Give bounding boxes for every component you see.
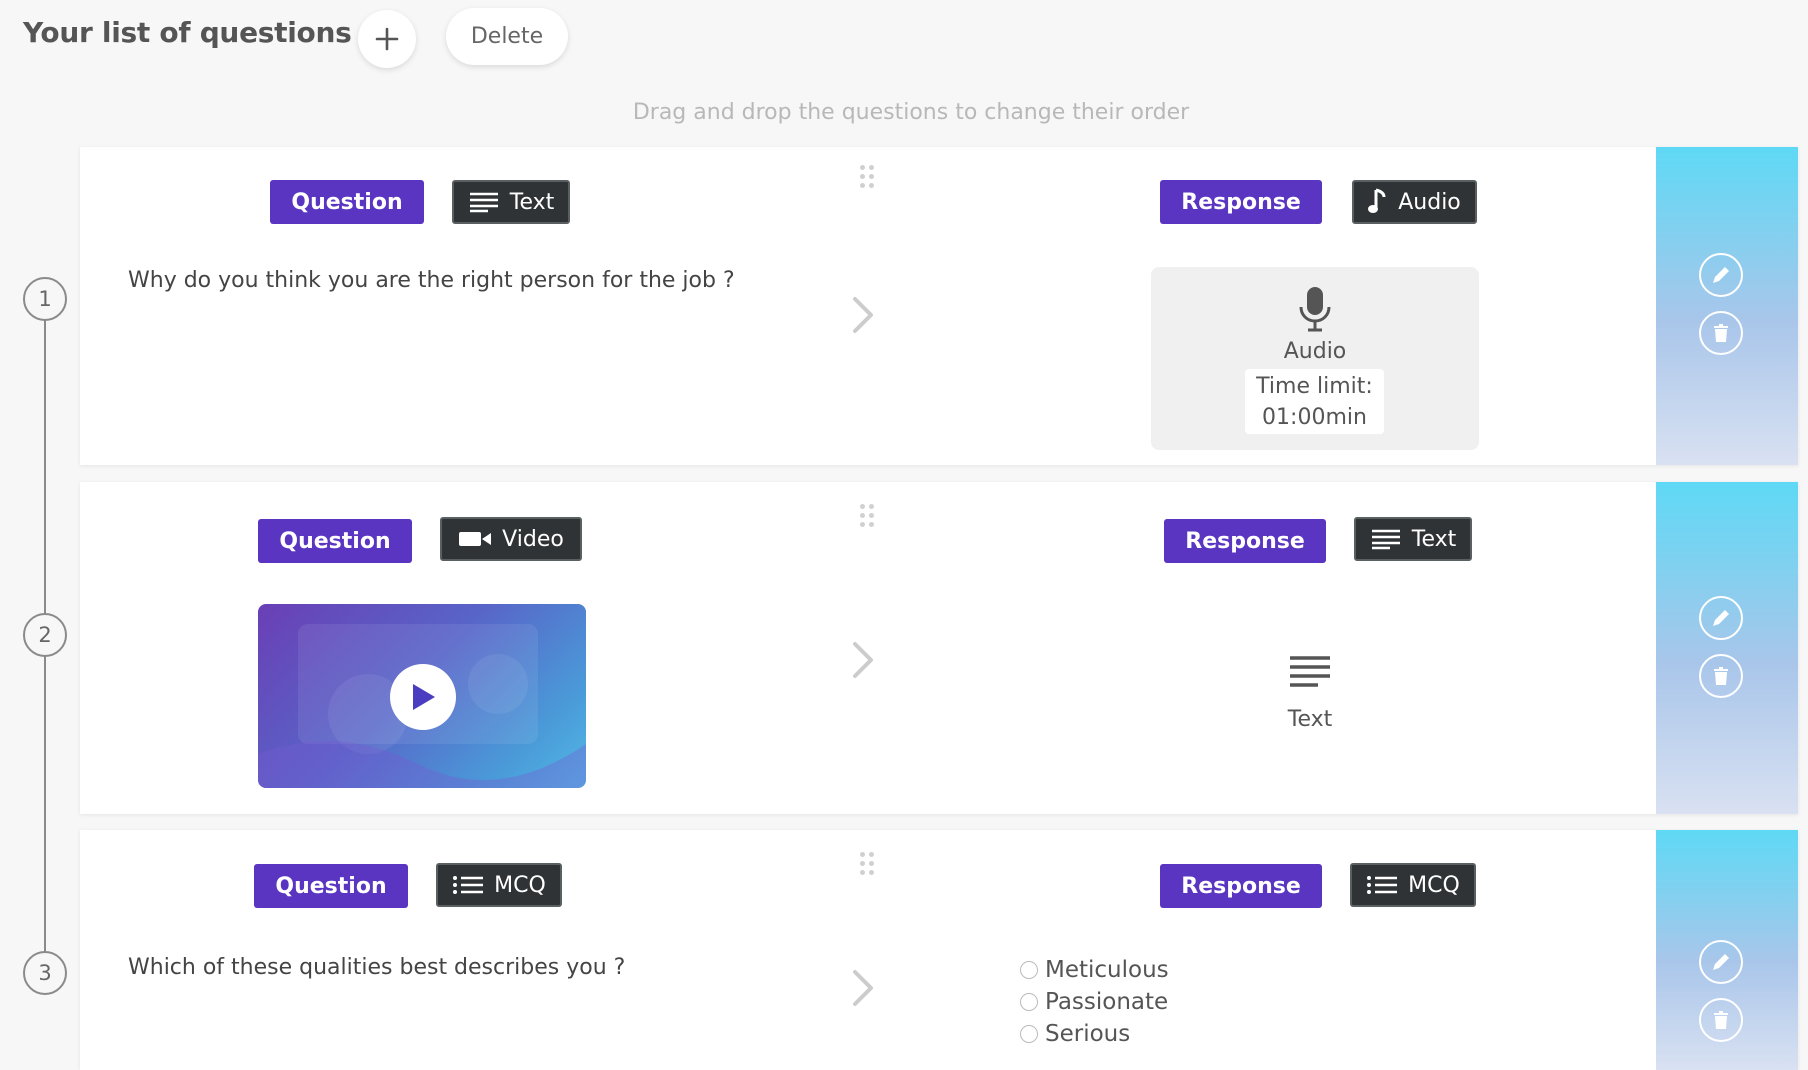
card-actions-panel	[1656, 830, 1798, 1070]
drag-handle-icon[interactable]	[860, 852, 874, 875]
add-question-button[interactable]	[358, 10, 416, 68]
question-text: Which of these qualities best describes …	[128, 955, 626, 980]
question-card-2[interactable]: Question Video Response Text Text	[80, 482, 1798, 814]
response-type-badge: Text	[1354, 517, 1472, 561]
step-number-2: 2	[23, 613, 67, 657]
text-response-placeholder: Text	[1260, 655, 1360, 732]
trash-icon	[1714, 667, 1728, 685]
edit-button[interactable]	[1699, 596, 1743, 640]
microphone-icon	[1299, 287, 1331, 332]
play-icon	[413, 684, 435, 710]
delete-question-button[interactable]	[1699, 311, 1743, 355]
drag-handle-icon[interactable]	[860, 165, 874, 188]
audio-label: Audio	[1283, 339, 1347, 364]
question-card-3[interactable]: Question MCQ Which of these qualities be…	[80, 830, 1798, 1070]
response-label-badge: Response	[1164, 519, 1326, 563]
list-icon	[1367, 876, 1398, 894]
page-title: Your list of questions	[23, 16, 352, 49]
mcq-option[interactable]: Meticulous	[1020, 954, 1169, 986]
question-label-badge: Question	[258, 519, 412, 563]
mcq-option-label: Serious	[1045, 1021, 1131, 1047]
pencil-icon	[1713, 954, 1729, 970]
question-label-badge: Question	[254, 864, 408, 908]
mcq-option[interactable]: Passionate	[1020, 986, 1169, 1018]
chevron-right-icon	[850, 968, 876, 1012]
question-type-badge: Video	[440, 517, 582, 561]
pencil-icon	[1713, 610, 1729, 626]
chevron-right-icon	[850, 640, 876, 684]
edit-button[interactable]	[1699, 940, 1743, 984]
audio-response-box: Audio Time limit: 01:00min	[1151, 267, 1479, 450]
step-number-3: 3	[23, 951, 67, 995]
question-type-label: Video	[502, 526, 564, 552]
delete-button[interactable]: Delete	[446, 8, 568, 65]
mcq-option[interactable]: Serious	[1020, 1018, 1169, 1050]
chevron-right-icon	[850, 295, 876, 339]
response-type-label: Audio	[1398, 189, 1461, 215]
delete-question-button[interactable]	[1699, 998, 1743, 1042]
card-actions-panel	[1656, 147, 1798, 465]
response-label-badge: Response	[1160, 180, 1322, 224]
text-lines-icon	[469, 192, 498, 213]
step-number-1: 1	[23, 277, 67, 321]
video-camera-icon	[459, 532, 492, 546]
trash-icon	[1714, 324, 1728, 342]
response-type-badge: MCQ	[1350, 863, 1476, 907]
response-type-label: Text	[1411, 526, 1457, 552]
drag-hint: Drag and drop the questions to change th…	[632, 100, 1190, 125]
music-note-icon	[1368, 188, 1386, 213]
trash-icon	[1714, 1011, 1728, 1029]
drag-handle-icon[interactable]	[860, 504, 874, 527]
card-actions-panel	[1656, 482, 1798, 814]
question-type-badge: Text	[452, 180, 570, 224]
text-lines-icon	[1371, 529, 1400, 550]
question-label-badge: Question	[270, 180, 424, 224]
text-response-label: Text	[1287, 707, 1333, 732]
response-type-badge: Audio	[1352, 180, 1477, 224]
radio-button[interactable]	[1020, 1025, 1038, 1043]
list-icon	[453, 876, 484, 894]
response-label-badge: Response	[1160, 864, 1322, 908]
mcq-options: Meticulous Passionate Serious	[1020, 954, 1169, 1050]
radio-button[interactable]	[1020, 993, 1038, 1011]
question-video-thumbnail[interactable]	[258, 604, 586, 788]
text-lines-icon	[1290, 656, 1330, 687]
question-type-label: MCQ	[494, 872, 546, 898]
plus-icon	[375, 27, 399, 51]
time-limit-label: Time limit:	[1256, 374, 1373, 399]
question-text: Why do you think you are the right perso…	[128, 268, 735, 293]
mcq-option-label: Passionate	[1045, 989, 1169, 1015]
response-type-label: MCQ	[1408, 872, 1460, 898]
pencil-icon	[1713, 267, 1729, 283]
question-type-badge: MCQ	[436, 863, 562, 907]
edit-button[interactable]	[1699, 253, 1743, 297]
delete-question-button[interactable]	[1699, 654, 1743, 698]
question-type-label: Text	[509, 189, 555, 215]
play-button[interactable]	[390, 664, 456, 730]
question-card-1[interactable]: Question Text Why do you think you are t…	[80, 147, 1798, 465]
mcq-option-label: Meticulous	[1045, 957, 1169, 983]
time-limit-value: 01:00min	[1262, 405, 1367, 430]
time-limit: Time limit: 01:00min	[1245, 369, 1384, 434]
radio-button[interactable]	[1020, 961, 1038, 979]
